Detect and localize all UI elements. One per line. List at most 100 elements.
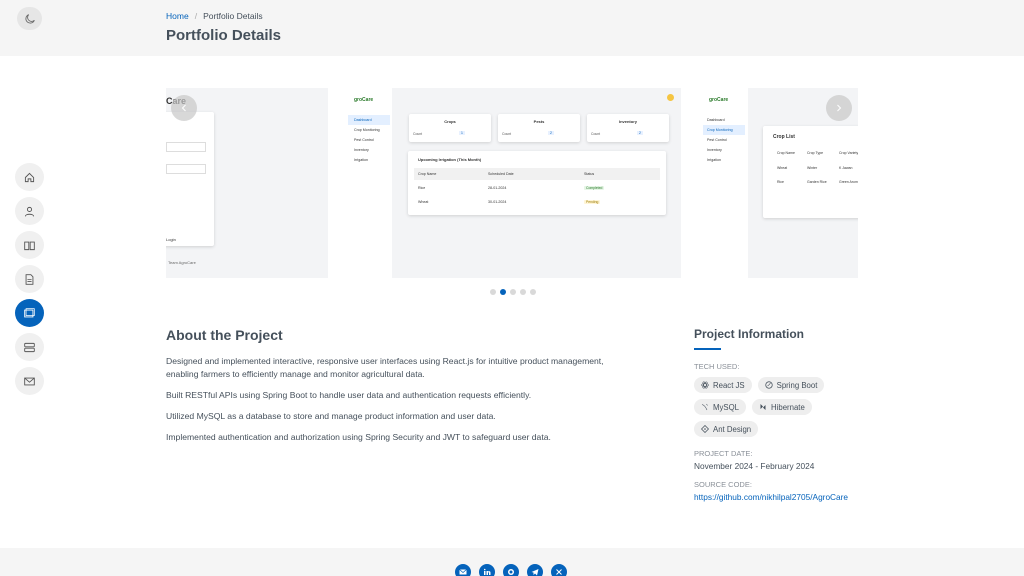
nav-services-button[interactable] (15, 333, 44, 361)
chevron-right-icon (837, 104, 842, 112)
project-info-title: Project Information (694, 327, 805, 341)
slide2-menu-item: Crop Monitoring (354, 128, 380, 132)
telegram-icon (531, 569, 539, 576)
tech-tag-label: Spring Boot (776, 380, 818, 390)
tech-tag-mysql: MySQL (694, 399, 746, 415)
tech-tags: React JS Spring Boot MySQL Hibernate Ant… (694, 377, 834, 437)
slide3-table-cell: K Jawan (839, 166, 853, 170)
tech-used-label: TECH USED: (694, 362, 740, 371)
hibernate-icon (760, 404, 766, 410)
file-icon (25, 273, 34, 285)
social-telegram-button[interactable] (527, 564, 543, 576)
stat-card-value: 2 (548, 131, 554, 135)
nav-home-button[interactable] (15, 163, 44, 191)
slide2-menu-item: Inventory (354, 148, 369, 152)
stat-card-title: Inventory (618, 119, 637, 124)
social-email-button[interactable] (455, 564, 471, 576)
nav-contact-button[interactable] (15, 367, 44, 395)
breadcrumb: Home / Portfolio Details (166, 11, 263, 21)
envelope-icon (459, 569, 467, 575)
project-info-panel: Project Information TECH USED: React JS … (694, 327, 874, 502)
slide1-footer: Team AgroCare (168, 260, 196, 265)
x-icon (556, 569, 562, 575)
about-title: About the Project (166, 327, 283, 343)
slide2-menu-item: Irrigation (354, 158, 368, 162)
stat-card-value: 2 (637, 131, 643, 135)
person-icon (24, 206, 35, 216)
social-github-button[interactable] (503, 564, 519, 576)
nav-resume-button[interactable] (15, 231, 44, 259)
tech-tag-hibernate: Hibernate (752, 399, 812, 415)
carousel-pagination (490, 289, 536, 295)
project-date-value: November 2024 - February 2024 (694, 461, 815, 471)
slide2-table-cell: Wheat (418, 200, 429, 204)
breadcrumb-current: Portfolio Details (203, 11, 263, 21)
slide2-table-cell: Pending (584, 200, 601, 204)
carousel-dot[interactable] (490, 289, 496, 295)
slide2-column-header: Status (584, 172, 595, 176)
slide2-stat-card: Pests Count 2 (498, 114, 580, 142)
slide2-table-cell: Rice (418, 186, 426, 190)
linkedin-icon (483, 568, 491, 575)
slide3-menu-item: Pest Control (707, 138, 727, 142)
footer-social-links (455, 564, 567, 576)
social-x-button[interactable] (551, 564, 567, 576)
side-nav (15, 163, 44, 395)
slide3-menu-item: Inventory (707, 148, 722, 152)
slide3-table-cell: Garden Rice (807, 180, 827, 184)
tech-tag-label: MySQL (713, 402, 739, 412)
envelope-icon (24, 377, 35, 385)
slide2-column-header: Crop Name (418, 172, 437, 176)
page-header (0, 0, 1024, 56)
theme-toggle-button[interactable] (17, 7, 42, 30)
slide2-table-cell: Completed (584, 186, 605, 190)
nav-portfolio-button[interactable] (15, 299, 44, 327)
carousel-dot[interactable] (530, 289, 536, 295)
stat-card-title: Pests (533, 119, 545, 124)
carousel-dot[interactable] (500, 289, 506, 295)
mysql-icon (701, 403, 708, 411)
spring-icon (765, 381, 773, 389)
github-icon (508, 569, 514, 575)
carousel-next-button[interactable] (826, 95, 852, 121)
slide2-table-cell: 30-01-2024 (488, 200, 507, 204)
server-icon (24, 342, 35, 352)
tech-tag-react: React JS (694, 377, 752, 393)
carousel-dot[interactable] (510, 289, 516, 295)
slide2-menu-item: Pest Control (354, 138, 374, 142)
slide3-menu-item: Irrigation (707, 158, 721, 162)
images-icon (24, 307, 35, 317)
slide2-table-cell: 28-01-2024 (488, 186, 507, 190)
page-title: Portfolio Details (166, 27, 282, 44)
nav-documents-button[interactable] (15, 265, 44, 293)
home-icon (24, 172, 35, 182)
source-code-link[interactable]: https://github.com/nikhilpal2705/AgroCar… (694, 492, 874, 502)
slide2-brand: groCare (354, 97, 374, 103)
tech-tag-label: Ant Design (713, 424, 752, 434)
nav-about-button[interactable] (15, 197, 44, 225)
slide3-menu-item: Crop Monitoring (703, 125, 745, 135)
breadcrumb-home-link[interactable]: Home (166, 11, 189, 21)
tech-tag-label: Hibernate (771, 402, 805, 412)
carousel-dot[interactable] (520, 289, 526, 295)
slide3-menu-item: Dashboard (707, 118, 725, 122)
about-paragraph: Designed and implemented interactive, re… (166, 356, 604, 379)
slide3-column-header: Crop Type (807, 151, 824, 155)
social-linkedin-button[interactable] (479, 564, 495, 576)
moon-icon (24, 13, 35, 24)
slide2-menu-item: Dashboard (348, 115, 390, 125)
tech-tag-spring: Spring Boot (757, 377, 825, 393)
title-underline (694, 348, 721, 350)
slide3-table-cell: Green Aroma (839, 180, 858, 184)
carousel-prev-button[interactable] (171, 95, 197, 121)
about-paragraph: Built RESTful APIs using Spring Boot to … (166, 390, 532, 400)
portfolio-carousel[interactable]: Care Login Team AgroCare groCare Dashboa… (166, 88, 858, 278)
about-description: Designed and implemented interactive, re… (166, 355, 606, 452)
book-icon (24, 241, 35, 250)
stat-card-label: Count (591, 132, 601, 136)
carousel-slide-2: groCare Dashboard Crop Monitoring Pest Con… (344, 88, 681, 278)
slide2-column-header: Scheduled Date (488, 172, 514, 176)
slide3-column-header: Crop Variety (839, 151, 858, 155)
stat-card-label: Count (502, 132, 512, 136)
antdesign-icon (701, 425, 709, 433)
